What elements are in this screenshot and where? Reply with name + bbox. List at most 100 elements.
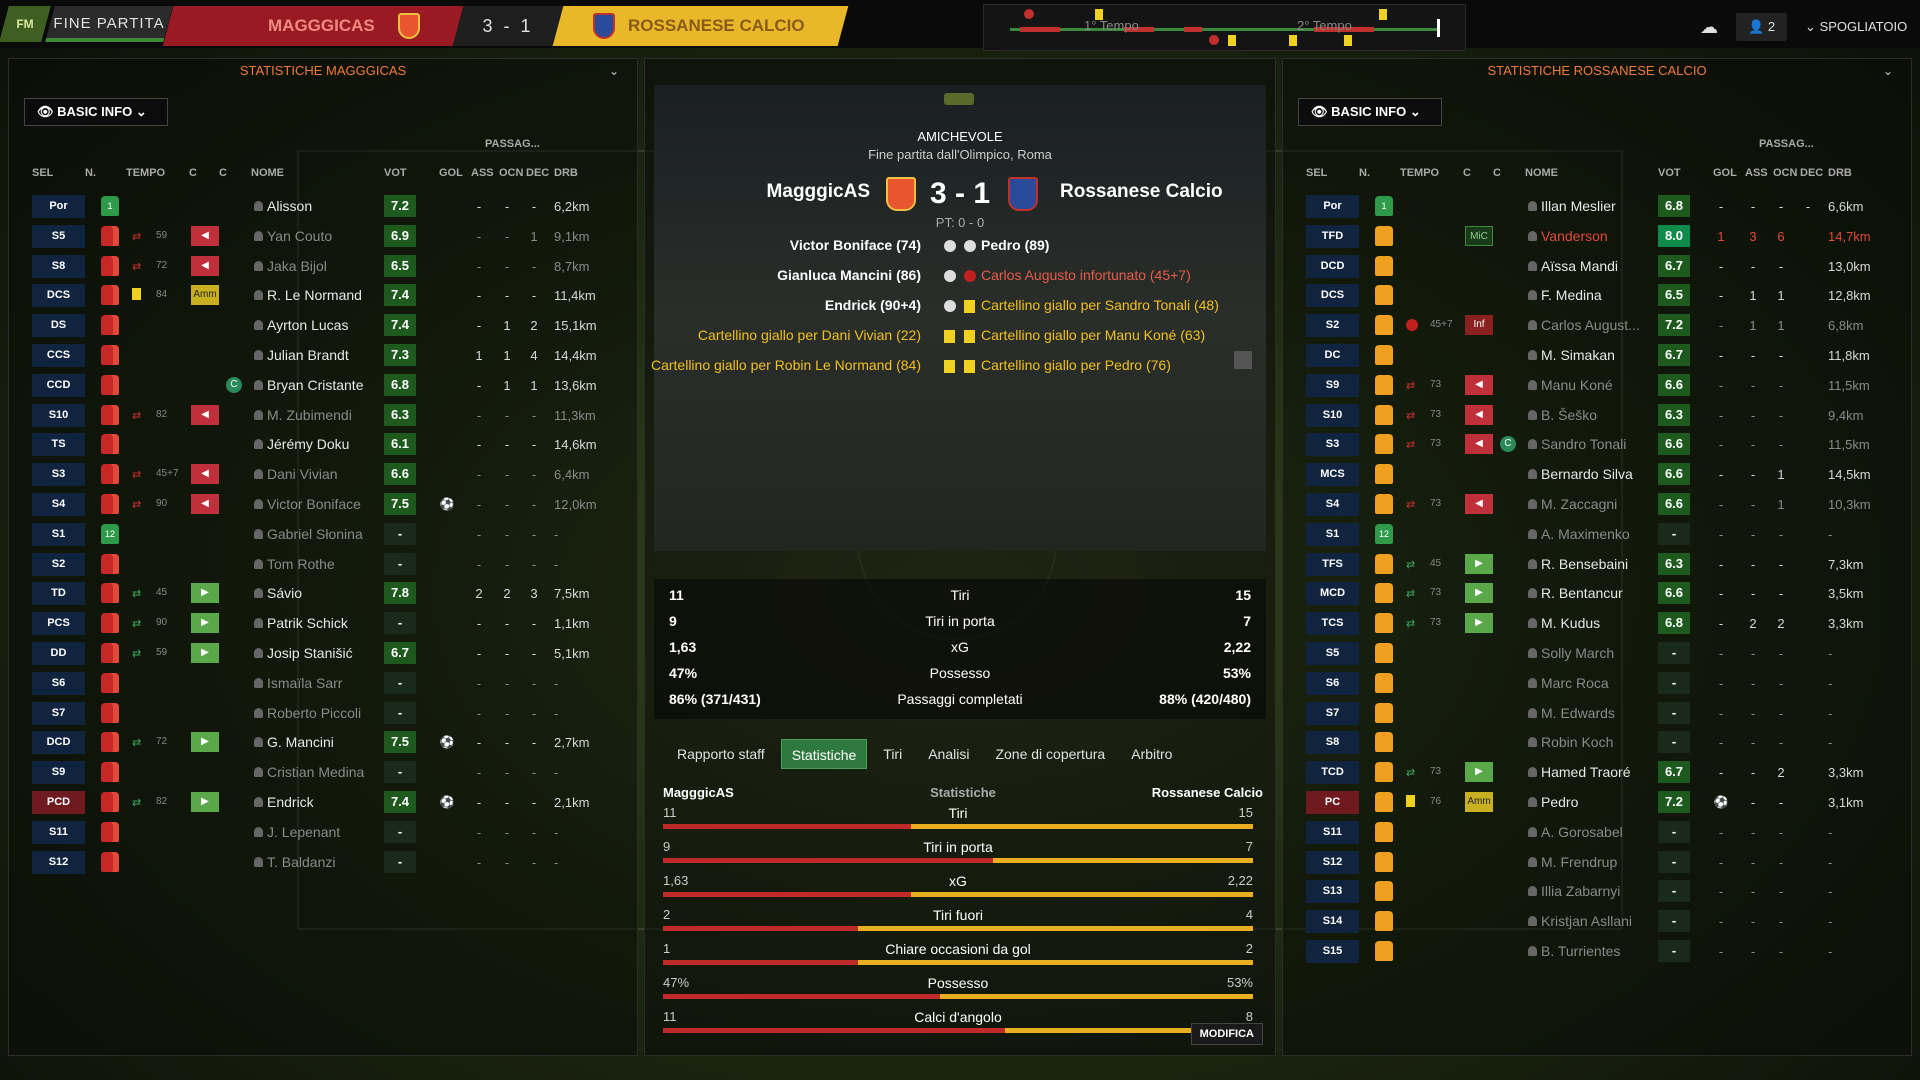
modifica-button[interactable]: MODIFICA — [1190, 1023, 1263, 1045]
position-badge[interactable]: DS — [32, 314, 85, 338]
column-header[interactable]: TEMPO — [126, 167, 165, 183]
player-name[interactable]: M. Edwards — [1541, 705, 1615, 721]
column-header[interactable]: TEMPO — [1400, 167, 1439, 183]
player-name[interactable]: Julian Brandt — [267, 347, 349, 363]
player-row[interactable]: DCD Aïssa Mandi 6.7 - - - 13,0km — [1283, 252, 1911, 280]
column-header[interactable]: SEL — [1306, 167, 1327, 183]
column-header[interactable]: OCN — [1773, 167, 1797, 183]
column-header[interactable]: DRB — [1828, 167, 1852, 183]
player-name[interactable]: Alisson — [267, 198, 312, 214]
position-badge[interactable]: S3 — [1306, 433, 1359, 457]
player-row[interactable]: S1 12 A. Maximenko - - - - - — [1283, 520, 1911, 548]
player-row[interactable]: S6 Ismaïla Sarr - - - - - — [9, 669, 637, 697]
player-name[interactable]: Sandro Tonali — [1541, 436, 1626, 452]
column-header[interactable]: C — [1463, 167, 1471, 183]
tab-rapporto-staff[interactable]: Rapporto staff — [667, 739, 775, 769]
player-name[interactable]: Gabriel Słonina — [267, 526, 363, 542]
position-badge[interactable]: S9 — [1306, 373, 1359, 397]
chevron-down-icon[interactable]: ⌄ — [609, 59, 619, 83]
player-name[interactable]: F. Medina — [1541, 287, 1602, 303]
player-row[interactable]: S2 Tom Rothe - - - - - — [9, 550, 637, 578]
column-header[interactable]: C — [1493, 167, 1501, 183]
player-row[interactable]: S1 12 Gabriel Słonina - - - - - — [9, 520, 637, 548]
player-row[interactable]: S5 ⇄ 59 ◀ Yan Couto 6.9 - - 1 9,1km — [9, 222, 637, 250]
position-badge[interactable]: S14 — [1306, 910, 1359, 934]
column-header[interactable]: VOT — [1658, 167, 1681, 183]
player-name[interactable]: Solly March — [1541, 645, 1614, 661]
player-row[interactable]: S10 ⇄ 82 ◀ M. Zubimendi 6.3 - - - 11,3km — [9, 401, 637, 429]
player-name[interactable]: Hamed Traoré — [1541, 764, 1630, 780]
player-name[interactable]: Dani Vivian — [267, 466, 338, 482]
player-row[interactable]: S15 B. Turrientes - - - - - — [1283, 937, 1911, 965]
position-badge[interactable]: Por — [32, 195, 85, 218]
player-name[interactable]: Kristjan Asllani — [1541, 913, 1632, 929]
player-name[interactable]: Josip Stanišić — [267, 645, 353, 661]
column-header[interactable]: GOL — [439, 167, 463, 183]
position-badge[interactable]: S8 — [1306, 731, 1359, 755]
player-row[interactable]: TFS ⇄ 45 ▶ R. Bensebaini 6.3 - - - 7,3km — [1283, 550, 1911, 578]
player-name[interactable]: Yan Couto — [267, 228, 332, 244]
player-name[interactable]: Bryan Cristante — [267, 377, 363, 393]
position-badge[interactable]: TD — [32, 582, 85, 606]
player-row[interactable]: S11 A. Gorosabel - - - - - — [1283, 818, 1911, 846]
position-badge[interactable]: CCS — [32, 344, 85, 367]
column-header[interactable]: C — [219, 167, 227, 183]
player-name[interactable]: Ismaïla Sarr — [267, 675, 342, 691]
position-badge[interactable]: S13 — [1306, 880, 1359, 904]
player-name[interactable]: Robin Koch — [1541, 734, 1613, 750]
position-badge[interactable]: S12 — [32, 850, 85, 874]
position-badge[interactable]: DCD — [1306, 254, 1359, 278]
player-row[interactable]: TD ⇄ 45 ▶ Sávio 7.8 2 2 3 7,5km — [9, 579, 637, 607]
player-name[interactable]: M. Zubimendi — [267, 407, 352, 423]
position-badge[interactable]: MCS — [1306, 463, 1359, 487]
column-header[interactable]: N. — [85, 167, 96, 183]
player-name[interactable]: T. Baldanzi — [267, 854, 335, 870]
player-row[interactable]: S8 ⇄ 72 ◀ Jaka Bijol 6.5 - - - 8,7km — [9, 252, 637, 280]
player-name[interactable]: R. Bensebaini — [1541, 556, 1628, 572]
home-team-header[interactable]: MAGGGICAS — [162, 6, 464, 46]
player-row[interactable]: TCS ⇄ 73 ▶ M. Kudus 6.8 - 2 2 3,3km — [1283, 609, 1911, 637]
match-timeline[interactable]: 1° Tempo 2° Tempo — [983, 4, 1466, 51]
position-badge[interactable]: DC — [1306, 344, 1359, 367]
position-badge[interactable]: S11 — [32, 820, 85, 844]
player-row[interactable]: S12 M. Frendrup - - - - - — [1283, 848, 1911, 876]
player-row[interactable]: S9 ⇄ 73 ◀ Manu Koné 6.6 - - - 11,5km — [1283, 371, 1911, 399]
player-row[interactable]: PCD ⇄ 82 ▶ Endrick 7.4 ⚽ - - - 2,1km — [9, 788, 637, 816]
player-row[interactable]: S3 ⇄ 73 ◀ C Sandro Tonali 6.6 - - - 11,5km — [1283, 430, 1911, 458]
fm-logo[interactable]: FM — [0, 6, 51, 42]
player-row[interactable]: MCS Bernardo Silva 6.6 - - 1 14,5km — [1283, 460, 1911, 488]
player-row[interactable]: S5 Solly March - - - - - — [1283, 639, 1911, 667]
player-name[interactable]: Patrik Schick — [267, 615, 348, 631]
position-badge[interactable]: S7 — [1306, 701, 1359, 725]
position-badge[interactable]: TCS — [1306, 612, 1359, 636]
position-badge[interactable]: PCS — [32, 612, 85, 636]
tab-zone-di-copertura[interactable]: Zone di copertura — [985, 739, 1115, 769]
player-row[interactable]: TS Jérémy Doku 6.1 - - - 14,6km — [9, 430, 637, 458]
player-name[interactable]: R. Bentancur — [1541, 585, 1623, 601]
player-name[interactable]: Cristian Medina — [267, 764, 364, 780]
column-header[interactable]: DEC — [1800, 167, 1823, 183]
tab-arbitro[interactable]: Arbitro — [1121, 739, 1182, 769]
player-name[interactable]: Illan Meslier — [1541, 198, 1616, 214]
player-row[interactable]: PC 76 Amm Pedro 7.2 ⚽ - - 3,1km — [1283, 788, 1911, 816]
player-row[interactable]: CCD C Bryan Cristante 6.8 - 1 1 13,6km — [9, 371, 637, 399]
player-row[interactable]: S7 M. Edwards - - - - - — [1283, 699, 1911, 727]
position-badge[interactable]: S5 — [32, 224, 85, 248]
position-badge[interactable]: DCS — [32, 284, 85, 308]
passaggi-header[interactable]: PASSAG... — [485, 138, 540, 150]
column-header[interactable]: NOME — [1525, 167, 1558, 183]
player-row[interactable]: S8 Robin Koch - - - - - — [1283, 728, 1911, 756]
player-name[interactable]: B. Šeško — [1541, 407, 1597, 423]
scroll-handle[interactable] — [1234, 351, 1252, 369]
basic-info-dropdown[interactable]: 👁 BASIC INFO ⌄ — [1298, 98, 1442, 126]
position-badge[interactable]: DCS — [1306, 284, 1359, 308]
player-row[interactable]: S12 T. Baldanzi - - - - - — [9, 848, 637, 876]
player-name[interactable]: Ayrton Lucas — [267, 317, 348, 333]
player-name[interactable]: A. Gorosabel — [1541, 824, 1623, 840]
player-name[interactable]: Roberto Piccoli — [267, 705, 361, 721]
position-badge[interactable]: S1 — [32, 522, 85, 546]
position-badge[interactable]: S12 — [1306, 850, 1359, 874]
tab-analisi[interactable]: Analisi — [918, 739, 979, 769]
player-row[interactable]: TCD ⇄ 73 ▶ Hamed Traoré 6.7 - - 2 3,3km — [1283, 758, 1911, 786]
player-row[interactable]: S11 J. Lepenant - - - - - — [9, 818, 637, 846]
